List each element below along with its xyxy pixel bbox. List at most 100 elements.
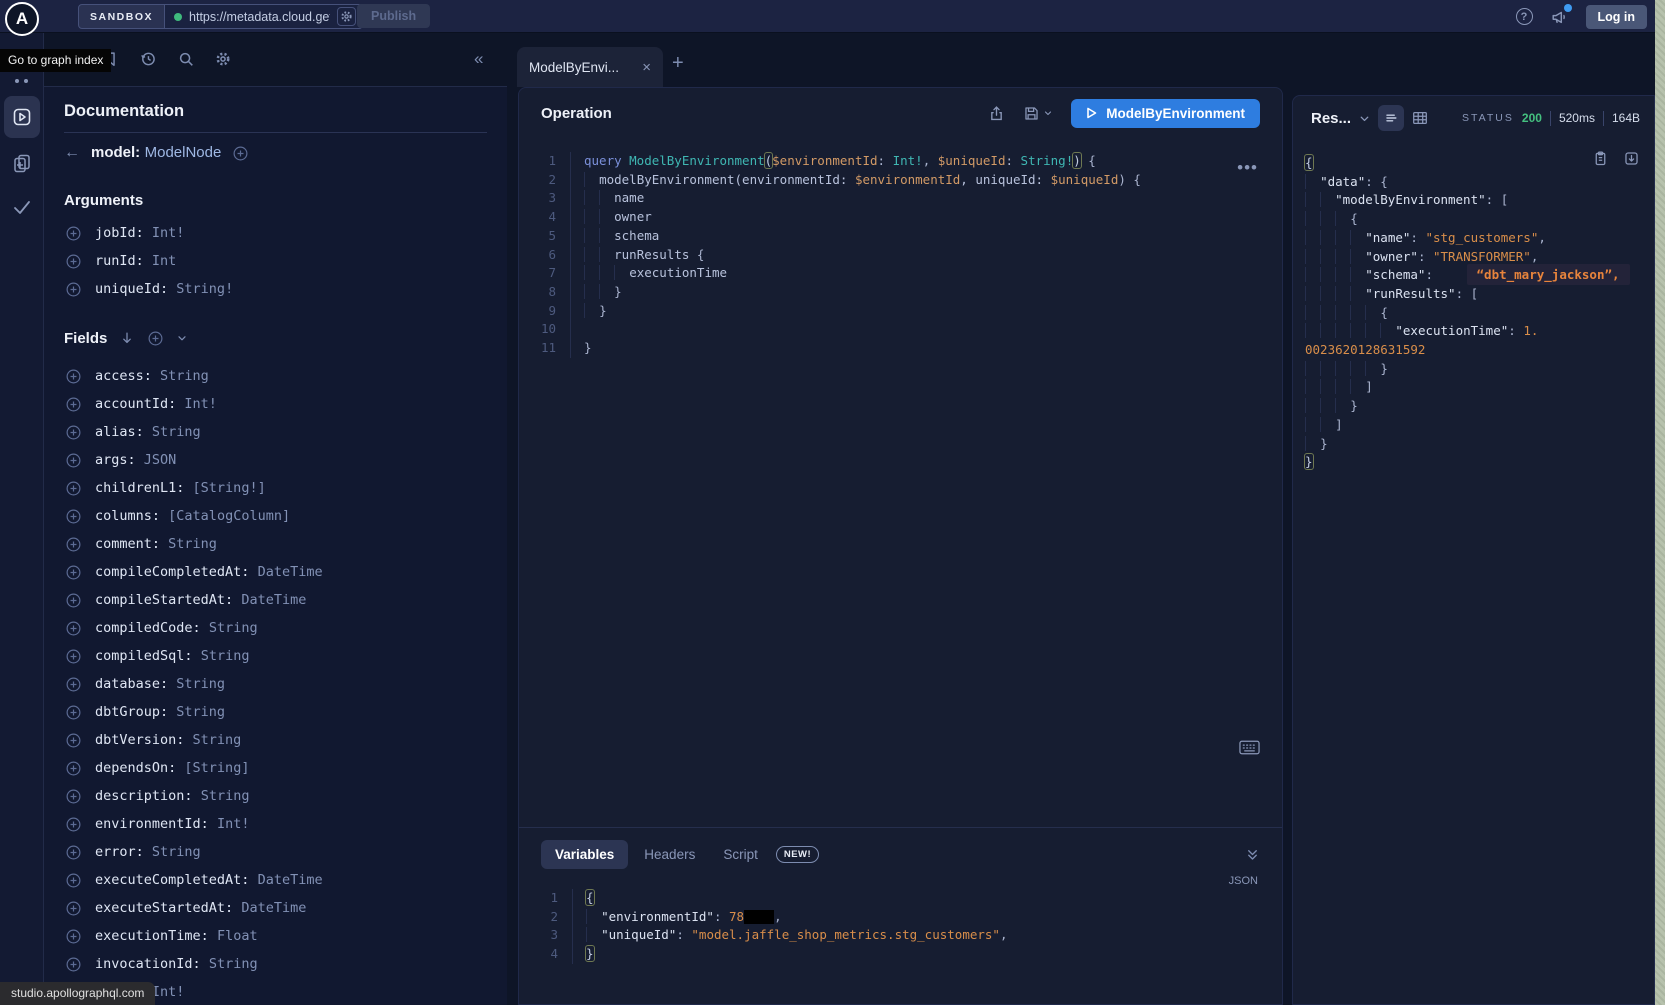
history-button[interactable] [139,50,157,68]
plus-circle-icon[interactable] [65,928,82,945]
field-row[interactable]: access: String [64,362,487,390]
field-row[interactable]: executeCompletedAt: DateTime [64,866,487,894]
field-type[interactable]: [String!] [193,480,266,496]
search-button[interactable] [177,50,195,68]
schema-diff-nav-button[interactable] [11,152,33,174]
field-row[interactable]: columns: [CatalogColumn] [64,502,487,530]
plus-circle-icon[interactable] [65,844,82,861]
field-type[interactable]: JSON [144,452,177,468]
field-row[interactable]: dependsOn: [String] [64,754,487,782]
field-type[interactable]: String [201,648,250,664]
save-operation-button[interactable] [1023,105,1053,122]
close-tab-button[interactable]: × [642,59,651,76]
argument-row[interactable]: jobId: Int! [64,219,487,247]
plus-circle-icon[interactable] [65,281,82,298]
argument-row[interactable]: runId: Int [64,247,487,275]
field-row[interactable]: childrenL1: [String!] [64,474,487,502]
collapse-sidebar-button[interactable]: « [474,49,483,69]
field-row[interactable]: compileCompletedAt: DateTime [64,558,487,586]
plus-circle-icon[interactable] [65,648,82,665]
help-button[interactable]: ? [1516,8,1533,25]
endpoint-url-input[interactable]: https://metadata.cloud.getd [165,4,363,29]
clipboard-icon[interactable] [1592,150,1609,167]
field-type[interactable]: DateTime [241,900,306,916]
plus-circle-icon[interactable] [65,900,82,917]
field-row[interactable]: compileStartedAt: DateTime [64,586,487,614]
login-button[interactable]: Log in [1586,5,1648,29]
field-type[interactable]: String [160,368,209,384]
plus-circle-icon[interactable] [65,368,82,385]
plus-circle-icon[interactable] [65,704,82,721]
collapse-variables-button[interactable] [1245,847,1260,862]
checklist-nav-button[interactable] [11,196,33,218]
field-row[interactable]: executeStartedAt: DateTime [64,894,487,922]
field-row[interactable]: dbtGroup: String [64,698,487,726]
plus-circle-icon[interactable] [65,508,82,525]
plus-circle-icon[interactable] [65,536,82,553]
new-tab-button[interactable]: + [672,52,684,75]
run-operation-button[interactable]: ModelByEnvironment [1071,99,1260,128]
field-type[interactable]: Int! [152,984,185,1000]
plus-circle-icon[interactable] [65,732,82,749]
field-type[interactable]: String [168,536,217,552]
formatted-view-button[interactable] [1378,105,1404,131]
table-icon[interactable] [1411,109,1429,127]
publish-button[interactable]: Publish [357,4,430,28]
field-row[interactable]: comment: String [64,530,487,558]
plus-circle-icon[interactable] [65,676,82,693]
plus-circle-icon[interactable] [65,480,82,497]
tab-variables[interactable]: Variables [541,840,628,869]
plus-circle-icon[interactable] [65,760,82,777]
response-json[interactable]: { "data": { "modelByEnvironment": [ { "n… [1305,154,1654,472]
argument-type[interactable]: Int! [152,225,185,241]
field-type[interactable]: String [176,704,225,720]
plus-circle-icon[interactable] [65,225,82,242]
field-row[interactable]: accountId: Int! [64,390,487,418]
chevron-down-icon[interactable] [1358,112,1371,125]
endpoint-url-value[interactable]: https://metadata.cloud.getd [189,10,330,24]
plus-circle-icon[interactable] [65,592,82,609]
explorer-nav-button[interactable] [4,96,40,138]
field-type[interactable]: String [201,788,250,804]
chevron-down-icon[interactable] [176,332,188,344]
argument-type[interactable]: String! [176,281,233,297]
plus-circle-icon[interactable] [65,620,82,637]
plus-circle-icon[interactable] [65,872,82,889]
field-type[interactable]: String [209,956,258,972]
argument-type[interactable]: Int [152,253,176,269]
plus-circle-icon[interactable] [147,330,164,347]
field-row[interactable]: description: String [64,782,487,810]
field-row[interactable]: dbtVersion: String [64,726,487,754]
query-editor[interactable]: 1query ModelByEnvironment($environmentId… [519,138,1282,826]
operation-tab[interactable]: ModelByEnvi... × [517,47,663,87]
field-row[interactable]: compiledCode: String [64,614,487,642]
field-type[interactable]: DateTime [258,564,323,580]
announcements-button[interactable] [1550,8,1569,26]
more-options-icon[interactable]: ••• [1237,158,1258,178]
plus-circle-icon[interactable] [65,816,82,833]
field-type[interactable]: String [209,620,258,636]
field-type[interactable]: String [152,844,201,860]
field-row[interactable]: args: JSON [64,446,487,474]
field-type[interactable]: DateTime [241,592,306,608]
plus-circle-icon[interactable] [65,788,82,805]
field-type[interactable]: String [152,424,201,440]
field-type[interactable]: String [176,676,225,692]
arrow-down-icon[interactable] [119,330,135,346]
plus-circle-icon[interactable] [65,396,82,413]
field-row[interactable]: database: String [64,670,487,698]
field-row[interactable]: compiledSql: String [64,642,487,670]
field-row[interactable]: environmentId: Int! [64,810,487,838]
apollo-logo[interactable]: A [5,2,39,36]
share-operation-button[interactable] [988,105,1005,122]
plus-circle-icon[interactable] [65,564,82,581]
field-row[interactable]: invocationId: String [64,950,487,978]
plus-circle-icon[interactable] [65,956,82,973]
field-type[interactable]: DateTime [258,872,323,888]
plus-circle-icon[interactable] [65,253,82,270]
download-icon[interactable] [1623,150,1640,167]
back-button[interactable]: ← [64,144,80,162]
doc-field-type-link[interactable]: ModelNode [145,144,222,161]
endpoint-settings-button[interactable] [337,7,356,26]
tab-script[interactable]: Script [711,840,770,869]
